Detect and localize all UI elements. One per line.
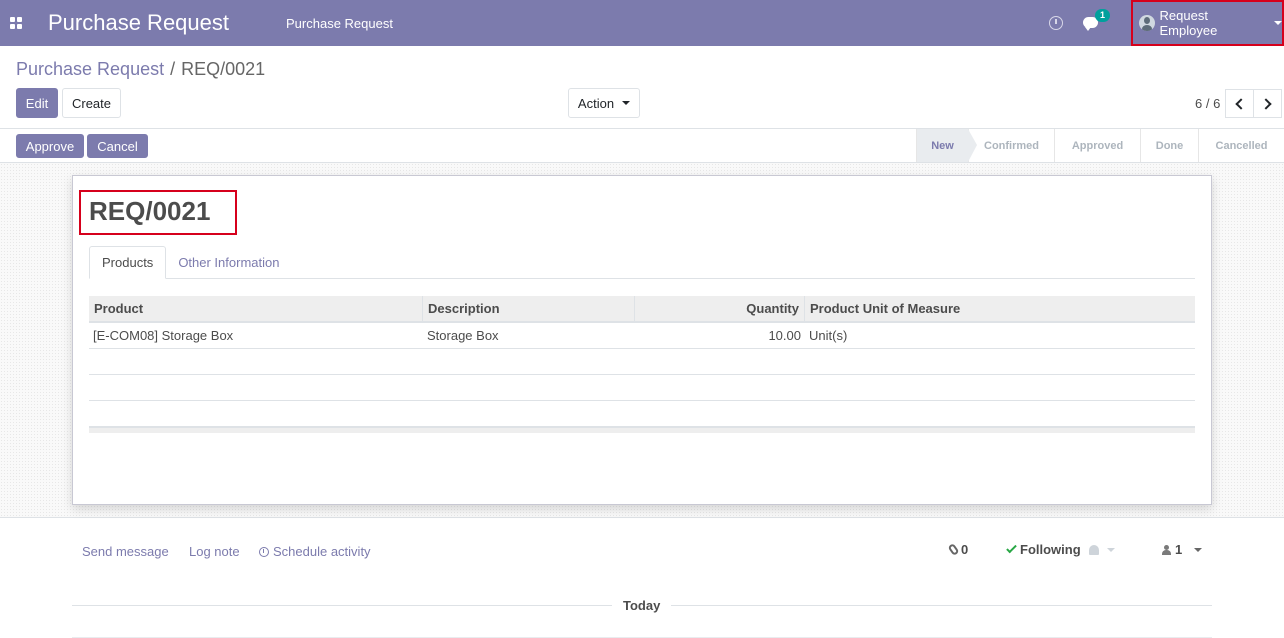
column-header-quantity[interactable]: Quantity (635, 296, 805, 321)
send-message-link[interactable]: Send message (82, 544, 169, 559)
caret-down-icon[interactable] (1106, 547, 1115, 552)
table-row-empty (89, 349, 1195, 375)
stage-done: Done (1140, 129, 1198, 162)
chat-badge: 1 (1095, 9, 1111, 22)
approve-button[interactable]: Approve (16, 134, 84, 158)
breadcrumb: Purchase Request / REQ/0021 (16, 59, 265, 80)
attachments-button[interactable]: 0 (947, 542, 969, 557)
caret-down-icon (1194, 547, 1203, 552)
table-row-empty (89, 375, 1195, 401)
table-row-empty (89, 401, 1195, 427)
clock-icon (259, 547, 269, 557)
schedule-activity-link[interactable]: Schedule activity (259, 544, 371, 559)
column-header-uom[interactable]: Product Unit of Measure (805, 296, 1195, 321)
user-menu[interactable]: Request Employee (1131, 0, 1284, 46)
breadcrumb-separator: / (170, 59, 176, 79)
cell-description: Storage Box (427, 328, 499, 343)
activity-clock-icon[interactable] (1049, 16, 1063, 30)
user-name: Request Employee (1159, 8, 1218, 38)
action-label: Action (577, 95, 615, 111)
stage-confirmed: Confirmed (968, 129, 1054, 162)
tab-products[interactable]: Products (89, 246, 167, 279)
app-brand[interactable]: Purchase Request (48, 10, 270, 36)
user-icon (1162, 544, 1171, 555)
avatar (1139, 15, 1155, 31)
notebook-tabs: Products Other Information (89, 246, 1195, 279)
stage-approved: Approved (1054, 129, 1140, 162)
caret-down-icon (622, 101, 631, 105)
cell-product: [E-COM08] Storage Box (93, 328, 234, 343)
pager-previous-button[interactable] (1225, 89, 1254, 118)
following-label: Following (1020, 542, 1081, 557)
top-navbar: Purchase Request Purchase Request 1 Requ… (0, 0, 1284, 46)
column-header-product[interactable]: Product (89, 296, 423, 321)
breadcrumb-current: REQ/0021 (181, 59, 266, 79)
log-note-link[interactable]: Log note (189, 544, 240, 559)
table-header: Product Description Quantity Product Uni… (89, 296, 1195, 323)
menu-purchase-request[interactable]: Purchase Request (286, 16, 393, 31)
create-button[interactable]: Create (62, 88, 121, 118)
action-dropdown[interactable]: Action (568, 88, 640, 118)
stage-pipeline: New Confirmed Approved Done Cancelled (916, 129, 1284, 162)
followers-count: 1 (1175, 542, 1183, 557)
paperclip-icon (947, 542, 960, 557)
table-footer (89, 427, 1195, 433)
pager-next-button[interactable] (1253, 89, 1282, 118)
bell-icon[interactable] (1088, 544, 1099, 555)
pager-value[interactable]: 6 / 6 (1195, 96, 1220, 111)
followers-button[interactable]: 1 (1162, 542, 1203, 557)
table-row[interactable]: [E-COM08] Storage Box Storage Box 10.00 … (89, 323, 1195, 349)
following-button[interactable]: Following (1006, 542, 1115, 557)
tab-other-information[interactable]: Other Information (166, 246, 291, 279)
today-label: Today (612, 598, 672, 613)
stage-new: New (916, 129, 977, 162)
stage-cancelled: Cancelled (1198, 129, 1284, 162)
apps-menu-icon[interactable] (0, 0, 32, 46)
caret-down-icon (1274, 21, 1282, 25)
cancel-button[interactable]: Cancel (87, 134, 148, 158)
cell-quantity: 10.00 (768, 328, 801, 343)
column-header-description[interactable]: Description (423, 296, 635, 321)
edit-button[interactable]: Edit (16, 88, 58, 118)
check-icon (1006, 542, 1017, 554)
status-bar: Approve Cancel New Confirmed Approved Do… (0, 128, 1284, 163)
breadcrumb-parent[interactable]: Purchase Request (16, 59, 164, 79)
product-lines-table: Product Description Quantity Product Uni… (89, 296, 1195, 433)
cell-uom: Unit(s) (809, 328, 848, 343)
record-title: REQ/0021 (89, 196, 211, 226)
chevron-left-icon (1235, 97, 1247, 110)
schedule-activity-label: Schedule activity (273, 544, 371, 559)
messaging-menu[interactable]: 1 (1083, 9, 1111, 32)
form-sheet: REQ/0021 Products Other Information Prod… (72, 175, 1212, 505)
attachments-count: 0 (961, 542, 969, 557)
chevron-right-icon (1260, 97, 1272, 110)
